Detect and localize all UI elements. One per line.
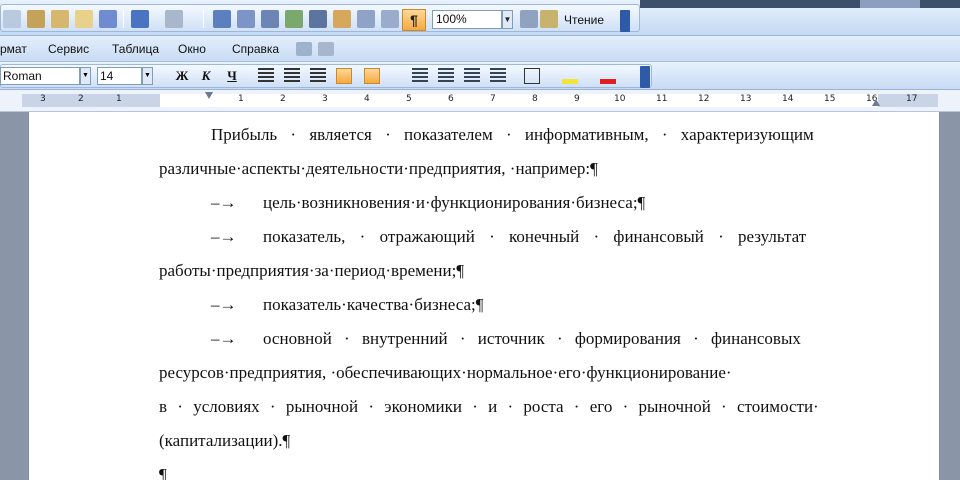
thumbnails-icon[interactable]	[381, 10, 399, 28]
ruler-number: 7	[490, 94, 496, 104]
help-icon[interactable]	[520, 10, 538, 28]
list-item: –→ основной · внутренний · источник · фор…	[159, 322, 879, 356]
ruler-number: 11	[656, 94, 668, 104]
paragraph-line: (капитализации).¶	[159, 431, 291, 450]
menu-bar: рмат Сервис Таблица Окно Справка	[0, 36, 960, 62]
decrease-indent-icon[interactable]	[464, 68, 480, 84]
borders-icon[interactable]	[524, 68, 540, 84]
empty-paragraph-mark: ¶	[159, 465, 167, 480]
bulleted-list-icon[interactable]	[438, 68, 454, 84]
ruler-number: 6	[448, 94, 454, 104]
hyperlink-icon[interactable]	[213, 10, 231, 28]
standard-toolbar: ¶ 100% ▼ Чтение	[0, 0, 960, 36]
ruler-text-area	[160, 94, 878, 107]
paragraph-line: в · условиях · рыночной · экономики · и …	[159, 397, 819, 416]
list-item: –→ цель·возникновения·и·функционирования·…	[159, 186, 879, 220]
ruler-number: 1	[116, 94, 122, 104]
toolbar-options-icon[interactable]	[620, 10, 630, 32]
menu-help[interactable]: Справка	[232, 42, 279, 56]
redo-icon[interactable]	[165, 10, 183, 28]
increase-indent-icon[interactable]	[490, 68, 506, 84]
list-dash: –→	[211, 227, 237, 246]
copy-icon[interactable]	[27, 10, 45, 28]
list-item: –→ показатель·качества·бизнеса;¶	[159, 288, 879, 322]
ruler-number: 5	[406, 94, 412, 104]
ruler-number: 15	[824, 94, 836, 104]
undo-icon[interactable]	[131, 10, 149, 28]
list-item-text: показатель, · отражающий · конечный · фи…	[263, 227, 807, 246]
zoom-input[interactable]: 100%	[432, 10, 502, 29]
ruler-number: 3	[322, 94, 328, 104]
numbered-list-icon[interactable]	[412, 68, 428, 84]
align-left-icon[interactable]	[258, 68, 274, 84]
document-text: Прибыль · является · показателем · инфор…	[159, 118, 879, 480]
drawing-icon[interactable]	[333, 10, 351, 28]
list-dash: –→	[211, 295, 237, 314]
list-item: –→ показатель, · отражающий · конечный · …	[159, 220, 879, 254]
italic-button[interactable]: К	[196, 67, 216, 85]
right-indent-marker[interactable]	[872, 98, 880, 106]
ruler-number: 17	[906, 94, 918, 104]
ruler-number: 9	[574, 94, 580, 104]
read-button[interactable]: Чтение	[560, 10, 618, 30]
insert-table-icon[interactable]	[261, 10, 279, 28]
separator	[123, 10, 124, 28]
justify-icon[interactable]	[336, 68, 352, 84]
list-item-text: цель·возникновения·и·функционирования·би…	[263, 193, 646, 212]
menu-table[interactable]: Таблица	[112, 42, 159, 56]
paragraph-line: различные·аспекты·деятельности·предприят…	[159, 159, 598, 178]
list-dash: –→	[211, 329, 237, 348]
paragraph-line: работы·предприятия·за·период·времени;¶	[159, 261, 465, 280]
format-painter-icon[interactable]	[75, 10, 93, 28]
ruler-number: 4	[364, 94, 370, 104]
ruler-number: 14	[782, 94, 794, 104]
ruler-number: 10	[614, 94, 626, 104]
window-title-strip	[640, 0, 960, 8]
bold-button[interactable]: Ж	[172, 67, 192, 85]
menu-tools[interactable]: Сервис	[48, 42, 89, 56]
equation-icon[interactable]	[296, 42, 312, 56]
list-item-text: основной · внутренний · источник · форми…	[263, 329, 801, 348]
font-color-icon[interactable]	[600, 68, 616, 84]
first-line-indent-marker[interactable]	[205, 92, 213, 100]
paragraph-line: ресурсов·предприятия, ·обеспечивающих·но…	[159, 363, 732, 382]
formatting-toolbar: Roman ▼ 14 ▼ Ж К Ч	[0, 62, 960, 90]
toolbar-options-icon[interactable]	[640, 66, 650, 88]
align-center-icon[interactable]	[284, 68, 300, 84]
ruler-number: 12	[698, 94, 710, 104]
line-spacing-icon[interactable]	[364, 68, 380, 84]
ruler-number: 8	[532, 94, 538, 104]
read-mode-icon	[540, 10, 558, 28]
ruler-number: 2	[78, 94, 84, 104]
ruler-number: 1	[238, 94, 244, 104]
columns-icon[interactable]	[309, 10, 327, 28]
list-dash: –→	[211, 193, 237, 212]
font-name-dropdown[interactable]: ▼	[80, 67, 91, 85]
paste-icon[interactable]	[51, 10, 69, 28]
align-right-icon[interactable]	[310, 68, 326, 84]
cut-icon[interactable]	[3, 10, 21, 28]
separator	[203, 10, 204, 28]
insert-excel-icon[interactable]	[285, 10, 303, 28]
font-size-input[interactable]: 14	[97, 67, 142, 85]
highlight-icon[interactable]	[562, 68, 578, 84]
zoom-dropdown[interactable]: ▼	[502, 10, 513, 29]
symbol-icon[interactable]	[318, 42, 334, 56]
ruler-number: 2	[280, 94, 286, 104]
horizontal-ruler[interactable]: 3 2 1 1 2 3 4 5 6 7 8 9 10 11 12 13 14 1…	[0, 90, 960, 112]
ruler-number: 13	[740, 94, 752, 104]
ruler-number: 3	[40, 94, 46, 104]
menu-format[interactable]: рмат	[0, 42, 27, 56]
document-map-icon[interactable]	[357, 10, 375, 28]
spellcheck-icon[interactable]	[99, 10, 117, 28]
font-size-dropdown[interactable]: ▼	[142, 67, 153, 85]
list-item-text: показатель·качества·бизнеса;¶	[263, 295, 484, 314]
underline-button[interactable]: Ч	[222, 67, 242, 85]
paragraph-line: Прибыль · является · показателем · инфор…	[211, 125, 814, 144]
document-page[interactable]: Прибыль · является · показателем · инфор…	[28, 112, 940, 480]
tables-borders-icon[interactable]	[237, 10, 255, 28]
show-formatting-marks-button[interactable]: ¶	[402, 9, 426, 31]
menu-window[interactable]: Окно	[178, 42, 206, 56]
font-name-input[interactable]: Roman	[0, 67, 80, 85]
